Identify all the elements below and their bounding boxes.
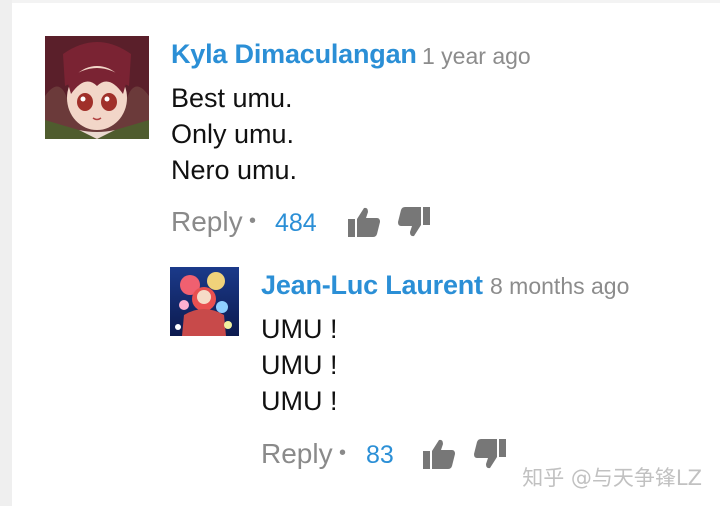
thumbs-down-icon[interactable] xyxy=(397,205,431,239)
thumbs-up-icon[interactable] xyxy=(422,437,456,471)
comment-author[interactable]: Jean-Luc Laurent xyxy=(261,270,483,301)
avatar[interactable] xyxy=(170,267,239,336)
thumbs-up-icon[interactable] xyxy=(347,205,381,239)
comment-text-line: Nero umu. xyxy=(171,155,298,185)
comment-timestamp[interactable]: 1 year ago xyxy=(422,43,531,70)
anime-artwork-avatar-icon xyxy=(170,267,239,336)
thumbs-down-icon[interactable] xyxy=(473,437,507,471)
left-edge-strip xyxy=(0,0,12,506)
comment-text-line: UMU ! xyxy=(261,350,338,380)
anime-girl-avatar-icon xyxy=(45,36,149,139)
comment-text-line: Only umu. xyxy=(171,119,295,149)
comment-text-line: Best umu. xyxy=(171,83,293,113)
separator-dot: • xyxy=(249,210,257,232)
top-border xyxy=(12,0,720,3)
separator-dot: • xyxy=(339,442,347,464)
like-count: 83 xyxy=(366,441,394,469)
comment-author[interactable]: Kyla Dimaculangan xyxy=(171,39,417,70)
comment-timestamp[interactable]: 8 months ago xyxy=(490,273,629,300)
watermark: 知乎 @与天争锋LZ xyxy=(522,466,702,490)
like-count: 484 xyxy=(275,209,317,237)
comment-text-line: UMU ! xyxy=(261,386,338,416)
reply-button[interactable]: Reply xyxy=(171,206,243,238)
comment-text-line: UMU ! xyxy=(261,314,338,344)
avatar[interactable] xyxy=(45,36,149,139)
reply-button[interactable]: Reply xyxy=(261,438,333,470)
